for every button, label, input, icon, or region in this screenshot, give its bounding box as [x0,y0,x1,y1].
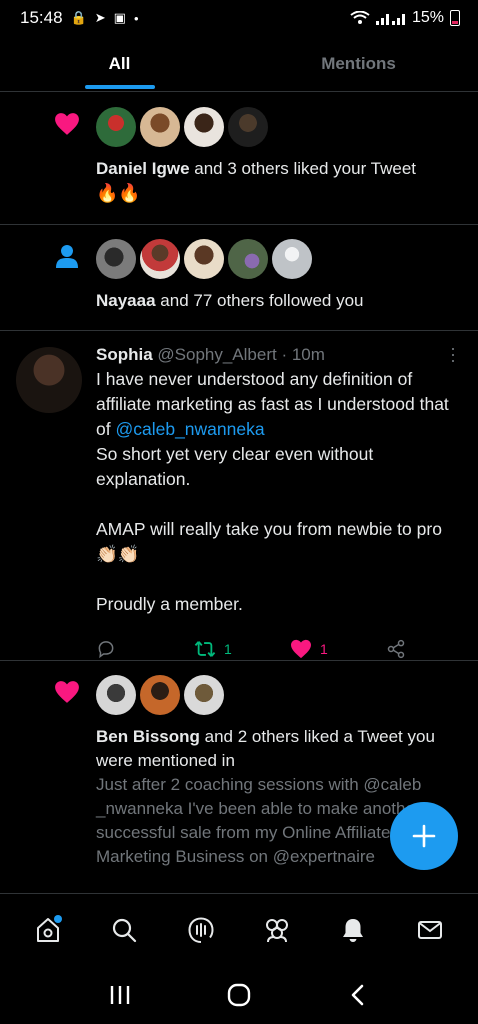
actor-name[interactable]: Daniel Igwe [96,159,190,178]
retweet-icon [194,641,216,657]
tweet-avatar[interactable] [16,347,82,413]
system-navigation [0,966,478,1024]
like-notification-text: Daniel Igwe and 3 others liked your Twee… [96,157,462,181]
like-notification[interactable]: Daniel Igwe and 3 others liked your Twee… [0,93,478,225]
follow-notification[interactable]: Nayaaa and 77 others followed you [0,225,478,331]
like-button[interactable]: 1 [290,639,386,659]
like-count: 1 [320,641,328,657]
compose-tweet-button[interactable] [390,802,458,870]
avatar-row [96,107,462,147]
avatar[interactable] [96,107,136,147]
notifications-icon [343,918,364,942]
tweet-header: Sophia @Sophy_Albert · 10m [96,343,462,367]
avatar[interactable] [184,675,224,715]
avatar[interactable] [228,239,268,279]
like-heart-icon [291,639,311,659]
mention-notification-text: Ben Bissong and 2 others liked a Tweet y… [96,725,462,773]
avatar[interactable] [140,675,180,715]
dot-icon: • [133,10,139,26]
tweet-body: I have never understood any definition o… [96,367,462,617]
share-button[interactable] [386,639,406,659]
tab-active-indicator [84,85,155,89]
avatar[interactable] [228,107,268,147]
actor-name[interactable]: Nayaaa [96,291,156,310]
share-icon [387,639,405,659]
tweet-actions: 1 1 [96,637,462,661]
nav-spaces[interactable] [181,910,221,950]
heart-icon [54,111,80,137]
follow-notification-text: Nayaaa and 77 others followed you [96,289,462,313]
actor-name[interactable]: Ben Bissong [96,727,200,746]
bottom-navigation [0,893,478,965]
retweet-count: 1 [224,641,232,657]
status-right: 15% [350,9,460,27]
nav-search[interactable] [104,910,144,950]
default-avatar[interactable] [272,239,312,279]
tweet-mention-link[interactable]: @caleb_nwanneka [115,419,264,439]
recent-apps-button[interactable] [100,975,140,1015]
signal-icon [375,14,405,25]
system-home-button[interactable] [219,975,259,1015]
avatar-row [96,675,462,715]
wifi-icon [350,11,370,24]
plus-icon [412,824,436,848]
nav-communities[interactable] [257,910,297,950]
communities-icon [266,918,289,942]
search-icon [113,918,137,942]
person-icon [54,243,80,269]
tweet-author-name[interactable]: Sophia [96,345,153,364]
status-bar: 15:48 🔒 ➤ ▣ • 15% [0,0,478,36]
back-icon [352,984,364,1006]
notification-message: and 77 others followed you [155,291,364,310]
avatar-row [96,239,462,279]
back-button[interactable] [338,975,378,1015]
status-left: 15:48 🔒 ➤ ▣ • [20,8,139,28]
more-options-icon[interactable]: · · · [450,339,456,369]
recent-apps-icon [110,986,129,1004]
nav-messages[interactable] [410,910,450,950]
reply-button[interactable] [96,639,194,659]
avatar[interactable] [140,107,180,147]
nav-notifications[interactable] [333,910,373,950]
avatar[interactable] [96,675,136,715]
battery-percent: 15% [411,9,444,26]
gallery-icon: ▣ [113,10,126,25]
avatar[interactable] [140,239,180,279]
telegram-icon: ➤ [94,10,106,25]
reply-icon [98,641,114,659]
status-time: 15:48 [20,8,63,27]
tweet-meta: @Sophy_Albert · 10m [152,345,325,364]
tweet-text-2: So short yet very clear even without exp… [96,444,442,614]
nav-home[interactable] [28,910,68,950]
tab-all[interactable]: All [0,36,239,91]
messages-icon [417,920,442,939]
retweet-button[interactable]: 1 [194,639,290,659]
avatar[interactable] [184,107,224,147]
avatar[interactable] [184,239,224,279]
fire-emoji: 🔥🔥 [96,183,141,203]
notifications-feed: Daniel Igwe and 3 others liked your Twee… [0,93,478,881]
home-circle-icon [227,983,251,1007]
tab-all-label: All [108,53,131,73]
heart-icon [54,679,80,705]
tab-mentions-label: Mentions [321,53,396,73]
lock-icon: 🔒 [70,10,87,25]
home-unread-dot [54,914,63,923]
battery-icon [450,10,460,26]
tweet[interactable]: · · · Sophia @Sophy_Albert · 10m I have ne… [0,331,478,661]
tab-mentions[interactable]: Mentions [239,36,478,91]
notification-message: and 3 others liked your Tweet [189,159,417,178]
notification-tabs: All Mentions [0,36,478,92]
avatar[interactable] [96,239,136,279]
spaces-icon [188,916,214,943]
